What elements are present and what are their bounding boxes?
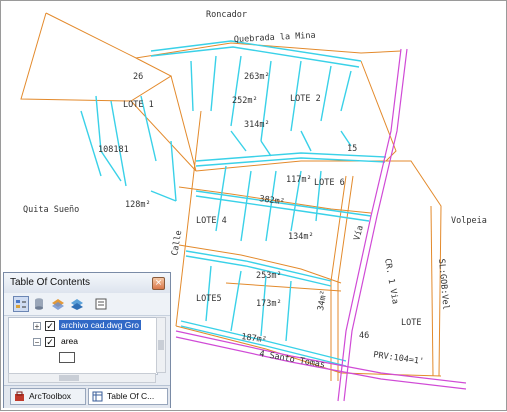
- label-via2: Vía: [352, 224, 366, 241]
- layer-row-area[interactable]: − ✓ area: [9, 336, 157, 350]
- options-icon[interactable]: [94, 296, 110, 312]
- label-128: 128m²: [125, 200, 151, 210]
- label-117: 117m²: [286, 175, 312, 185]
- label-253: 253m²: [256, 271, 282, 281]
- toolbox-icon: [15, 391, 24, 401]
- expand-button[interactable]: +: [33, 322, 41, 331]
- label-252: 252m²: [232, 96, 258, 106]
- label-via4: SL:GOB:Vel: [436, 258, 450, 310]
- label-15: 15: [347, 144, 357, 154]
- tab-label: ArcToolbox: [29, 391, 72, 401]
- list-by-visibility-icon[interactable]: [51, 296, 67, 312]
- label-quita-sueno: Quita Sueño: [23, 205, 79, 215]
- label-314: 314m²: [244, 120, 270, 130]
- layer-row-archivo-cad[interactable]: + ✓ archivo cad.dwg Gro: [9, 320, 157, 334]
- tab-arctoolbox[interactable]: ArcToolbox: [10, 388, 86, 405]
- layer-visibility-checkbox[interactable]: ✓: [45, 337, 55, 347]
- list-by-drawing-order-icon[interactable]: [13, 296, 29, 312]
- tab-table-of-contents[interactable]: Table Of C...: [88, 388, 168, 405]
- label-prv: PRV:104=1': [373, 350, 425, 367]
- layer-label[interactable]: area: [61, 336, 78, 346]
- scroll-thumb[interactable]: [59, 375, 79, 381]
- map-window: Roncador Quebrada la Mina Quita Sueño Vo…: [0, 0, 507, 411]
- label-quebrada: Quebrada la Mina: [234, 31, 316, 45]
- label-173: 173m²: [256, 299, 282, 309]
- label-263: 263m²: [244, 72, 270, 82]
- list-by-source-icon[interactable]: [32, 296, 48, 312]
- label-lote6: LOTE 6: [314, 178, 345, 188]
- close-button[interactable]: ×: [152, 277, 165, 290]
- horizontal-scrollbar[interactable]: [8, 373, 156, 383]
- layer-symbol-swatch[interactable]: [59, 352, 75, 363]
- label-lote2: LOTE 2: [290, 94, 321, 104]
- label-108: 108181: [98, 145, 129, 155]
- vertical-scrollbar[interactable]: [156, 317, 166, 373]
- toc-tab-strip: ArcToolbox Table Of C...: [4, 385, 170, 408]
- label-via3: CR. 1 Via: [382, 258, 400, 305]
- collapse-button[interactable]: −: [33, 338, 41, 347]
- list-by-selection-icon[interactable]: [70, 296, 86, 312]
- label-lote1: LOTE 1: [123, 100, 154, 110]
- label-lote5: LOTE5: [196, 294, 222, 304]
- label-lote4: LOTE 4: [196, 216, 227, 226]
- table-icon: [92, 391, 103, 402]
- toc-title: Table Of Contents: [10, 277, 91, 288]
- layer-label[interactable]: archivo cad.dwg Gro: [59, 320, 141, 330]
- label-26: 26: [133, 72, 143, 82]
- label-lote-right: LOTE: [401, 318, 421, 328]
- scroll-thumb[interactable]: [158, 340, 164, 350]
- tab-label: Table Of C...: [107, 391, 155, 401]
- layer-visibility-checkbox[interactable]: ✓: [45, 321, 55, 331]
- label-roncador: Roncador: [206, 10, 247, 20]
- layer-tree: + ✓ archivo cad.dwg Gro − ✓ area: [8, 317, 158, 375]
- table-of-contents-window: Table Of Contents × + ✓ archivo cad.dwg …: [3, 272, 171, 408]
- label-46: 46: [359, 331, 369, 341]
- label-134: 134m²: [288, 232, 314, 242]
- label-34: 34m²: [316, 290, 329, 312]
- toc-title-bar[interactable]: Table Of Contents ×: [4, 273, 170, 294]
- label-via1: Calle: [170, 230, 184, 257]
- label-volpeia: Volpeia: [451, 216, 487, 226]
- toc-toolbar: [4, 293, 170, 316]
